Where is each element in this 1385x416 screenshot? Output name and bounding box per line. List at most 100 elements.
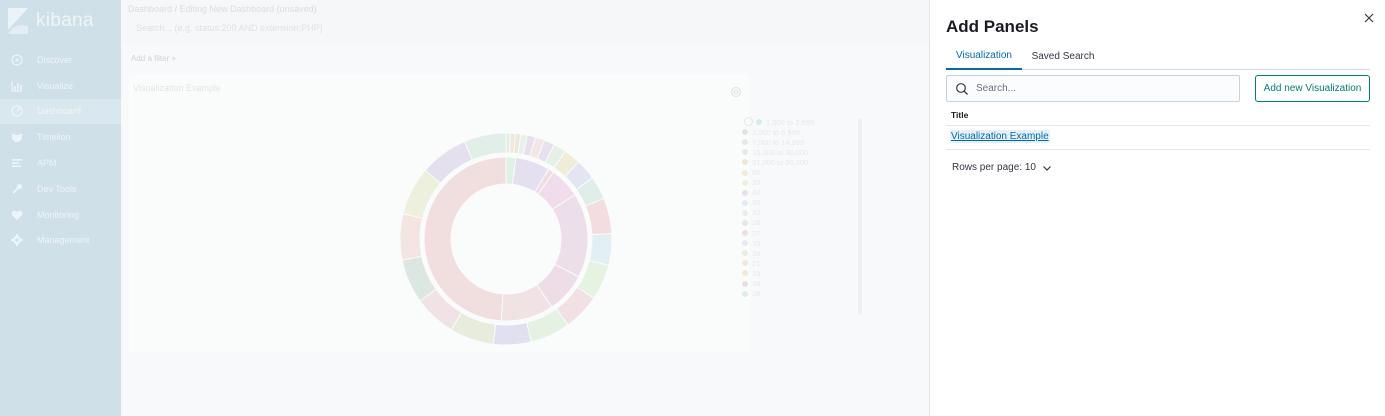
legend-swatch: [742, 179, 748, 186]
legend-item[interactable]: 85: [742, 167, 842, 177]
rows-per-page-selector[interactable]: Rows per page: 10: [952, 162, 1052, 173]
add-new-visualization-button[interactable]: Add new Visualization: [1255, 75, 1370, 102]
legend-item[interactable]: 7,000 to 14,999: [742, 137, 842, 147]
legend-item[interactable]: 31,000 to 50,000: [742, 157, 842, 167]
legend-item[interactable]: 21: [742, 258, 842, 268]
legend-item[interactable]: 27: [742, 228, 842, 238]
donut-inner-slice: [551, 194, 589, 278]
sidebar-item-apm[interactable]: APM: [0, 150, 121, 176]
legend-swatch: [742, 280, 748, 287]
legend-swatch: [742, 139, 748, 146]
donut-outer-slice: [463, 132, 507, 161]
legend-item[interactable]: 15,000 to 30,000: [742, 147, 842, 157]
tab-saved-search[interactable]: Saved Search: [1024, 42, 1102, 70]
heartbeat-icon: [11, 210, 23, 220]
kibana-app: kibana Discover Visualize Dashboard Time…: [0, 0, 1385, 416]
chart-legend: 1,000 to 2,999 3,000 to 6,999 7,000 to 14,…: [742, 117, 842, 299]
legend-scrollbar[interactable]: [858, 119, 862, 315]
search-field[interactable]: [946, 75, 1240, 102]
legend-item[interactable]: 39: [742, 248, 842, 258]
legend-swatch: [742, 209, 748, 216]
legend-label: 35: [752, 198, 761, 208]
add-panels-flyout: Add Panels Visualization Saved Search Ad…: [929, 0, 1385, 416]
panel-title: Visualization Example: [133, 83, 221, 93]
sidebar-item-label: Management: [37, 235, 90, 246]
sidebar: kibana Discover Visualize Dashboard Time…: [0, 0, 121, 416]
add-filter-link[interactable]: Add a filter +: [131, 54, 176, 63]
kibana-logo-icon: [8, 8, 28, 34]
sidebar-item-label: Discover: [37, 54, 73, 65]
legend-swatch: [742, 189, 748, 196]
legend-item[interactable]: 36: [742, 279, 842, 289]
legend-label: 15,000 to 30,000: [752, 147, 809, 157]
dashboard-icon: [11, 105, 23, 118]
sidebar-item-label: Monitoring: [37, 209, 80, 220]
legend-label: 33: [752, 238, 761, 248]
legend-item[interactable]: 23: [742, 268, 842, 278]
bar-chart-icon: [11, 80, 22, 92]
legend-label: 31,000 to 50,000: [752, 157, 809, 167]
dashboard-main: Dashboard / Editing New Dashboard (unsav…: [121, 0, 929, 416]
legend-swatch: [742, 159, 748, 166]
table-row: Visualization Example: [946, 126, 1370, 150]
donut-chart: [399, 132, 613, 346]
legend-swatch: [742, 230, 748, 237]
rows-per-page-label: Rows per page: 10: [952, 162, 1036, 173]
apm-icon: [12, 159, 22, 168]
legend-item[interactable]: 3,000 to 6,999: [742, 127, 842, 137]
kibana-logo[interactable]: kibana: [6, 6, 94, 36]
column-header-title[interactable]: Title: [951, 110, 968, 120]
gear-icon: [11, 234, 23, 247]
legend-item[interactable]: 1,000 to 2,999: [742, 117, 842, 127]
legend-label: 85: [752, 168, 761, 178]
sidebar-nav: Discover Visualize Dashboard Timelion AP…: [0, 47, 121, 253]
legend-label: 26: [752, 218, 761, 228]
breadcrumb[interactable]: Dashboard / Editing New Dashboard (unsav…: [128, 4, 317, 14]
legend-label: 36: [752, 279, 761, 289]
legend-item[interactable]: 33: [742, 238, 842, 248]
query-input[interactable]: Search... (e.g. status:200 AND extension…: [136, 23, 323, 33]
sidebar-item-management[interactable]: Management: [0, 228, 121, 254]
legend-swatch: [742, 199, 748, 206]
legend-label: 7,000 to 14,999: [752, 137, 805, 147]
sidebar-item-visualize[interactable]: Visualize: [0, 73, 121, 99]
legend-swatch: [742, 290, 748, 297]
compass-icon: [11, 54, 23, 66]
legend-item[interactable]: 20: [742, 178, 842, 188]
sidebar-item-label: APM: [37, 158, 57, 169]
legend-label: 20: [752, 178, 761, 188]
flyout-title: Add Panels: [946, 17, 1039, 36]
legend-swatch: [742, 270, 748, 277]
sidebar-item-timelion[interactable]: Timelion: [0, 124, 121, 150]
visualization-link[interactable]: Visualization Example: [950, 130, 1050, 143]
legend-swatch: [742, 250, 748, 257]
legend-swatch: [742, 240, 748, 247]
sidebar-item-monitoring[interactable]: Monitoring: [0, 202, 121, 228]
legend-item[interactable]: 30: [742, 208, 842, 218]
sidebar-item-dashboard[interactable]: Dashboard: [0, 98, 121, 125]
timelion-icon: [12, 133, 22, 143]
sidebar-item-discover[interactable]: Discover: [0, 47, 121, 73]
legend-swatch: [742, 129, 748, 136]
tab-visualization[interactable]: Visualization: [946, 42, 1022, 70]
sidebar-item-label: Timelion: [37, 132, 71, 143]
donut-outer-slice: [399, 213, 424, 261]
legend-label: 30: [752, 208, 761, 218]
donut-outer-slice: [588, 233, 613, 267]
close-icon[interactable]: [1362, 11, 1376, 25]
sidebar-item-label: Dashboard: [37, 106, 82, 117]
legend-label: 3,000 to 6,999: [752, 127, 800, 137]
legend-item[interactable]: 26: [742, 218, 842, 228]
legend-swatch: [742, 169, 748, 176]
legend-label: 28: [752, 289, 761, 299]
legend-label: 23: [752, 268, 761, 278]
sidebar-item-dev-tools[interactable]: Dev Tools: [0, 176, 121, 202]
panel-options-gear-icon[interactable]: [730, 86, 742, 98]
legend-item[interactable]: 35: [742, 198, 842, 208]
top-bar: Dashboard / Editing New Dashboard (unsav…: [121, 0, 929, 44]
legend-swatch: [742, 149, 748, 156]
legend-item[interactable]: 40: [742, 188, 842, 198]
search-input[interactable]: [976, 83, 1226, 94]
kibana-logo-text: kibana: [36, 10, 94, 31]
legend-item[interactable]: 28: [742, 289, 842, 299]
